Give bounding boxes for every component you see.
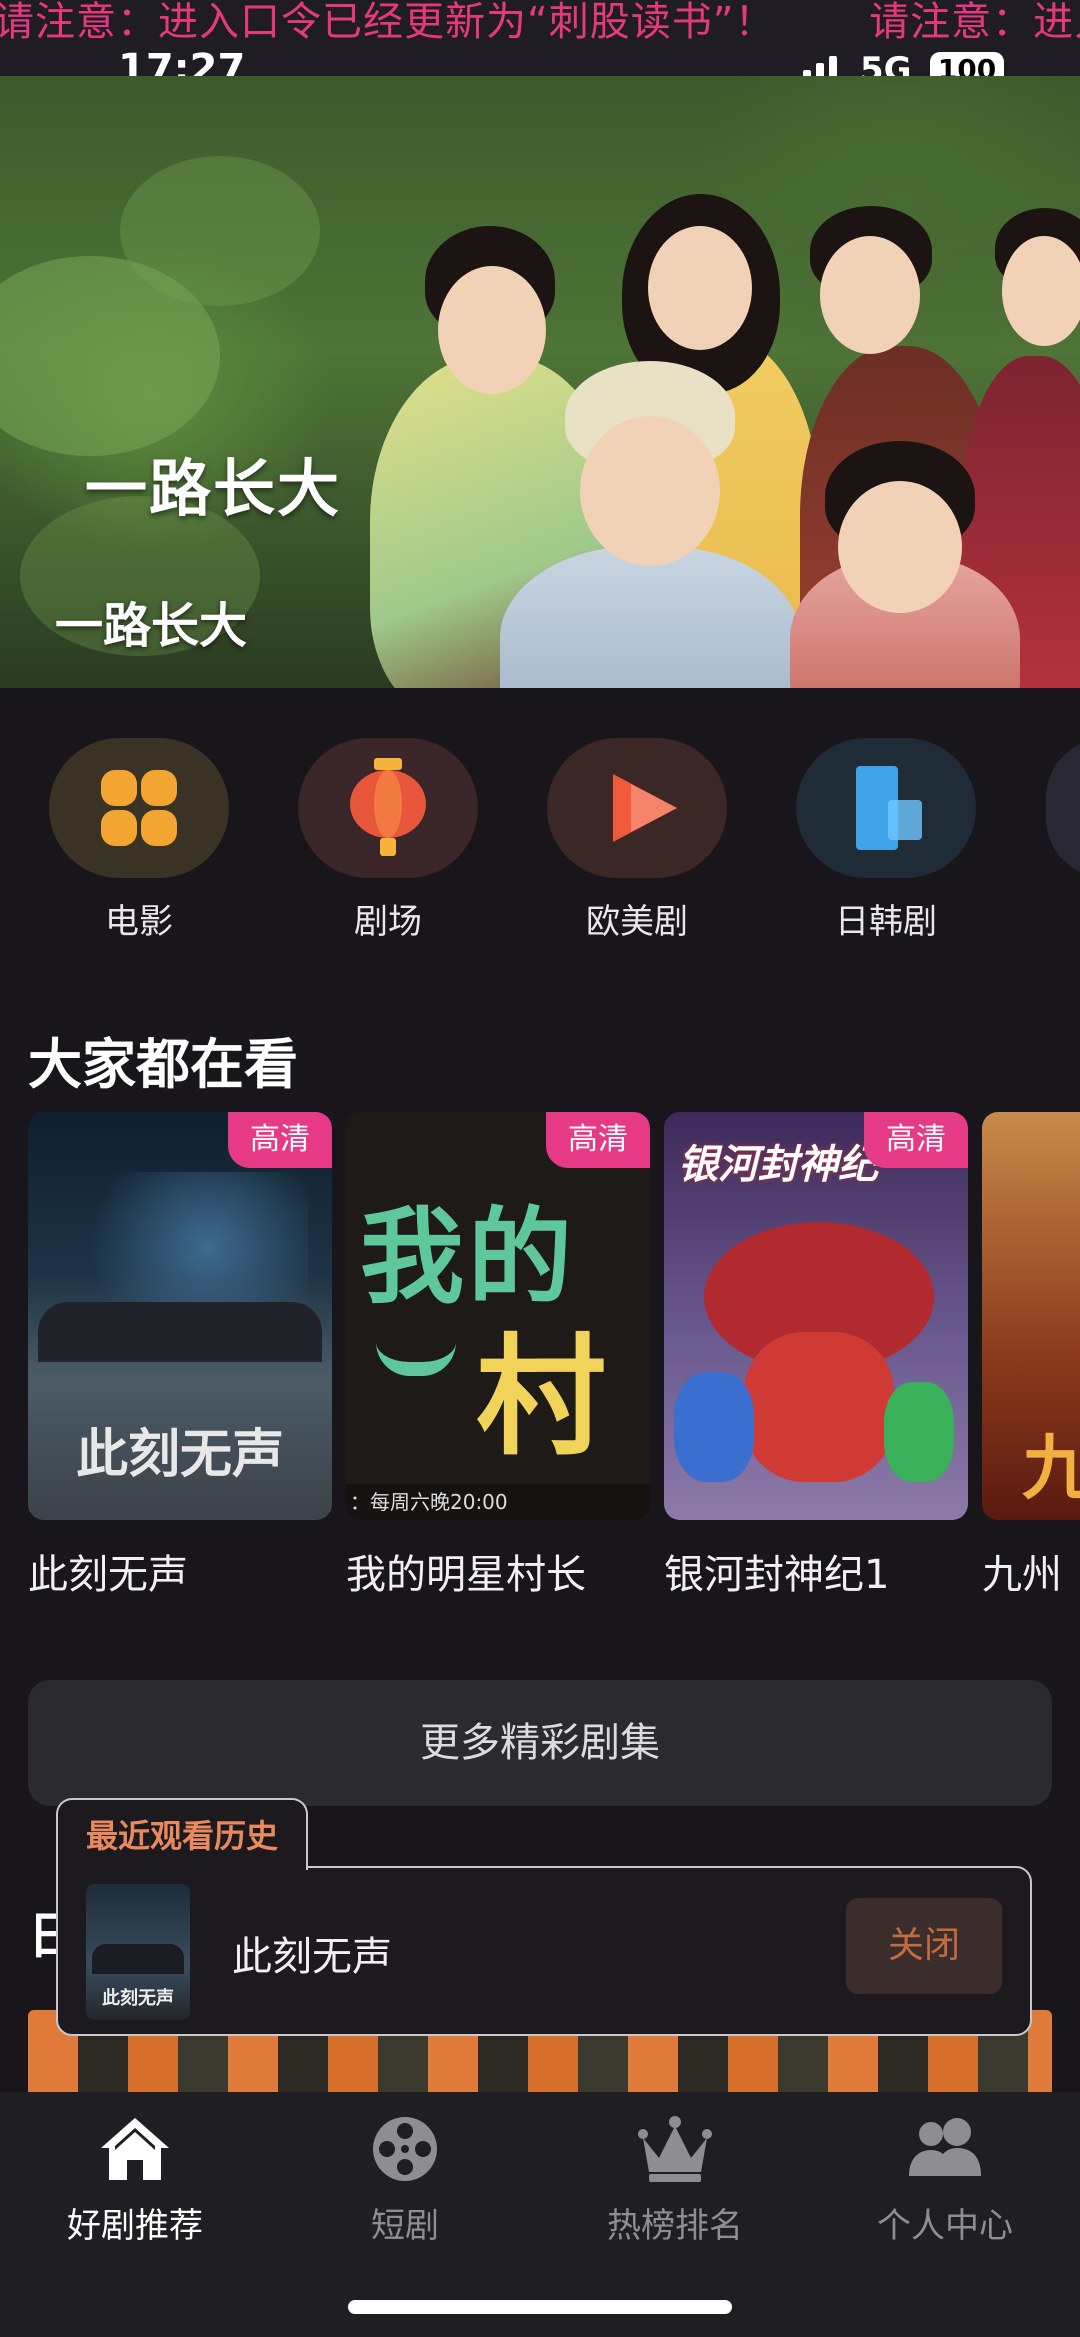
hero-title: 一路长大	[55, 598, 248, 654]
history-thumbnail: 此刻无声	[86, 1884, 190, 2020]
lantern-icon	[298, 738, 478, 878]
drama-title: 银河封神纪1	[664, 1552, 890, 1598]
history-tab: 最近观看历史	[56, 1798, 308, 1870]
hero-logo-text: 一路长大	[85, 452, 342, 525]
poster-title-text: 村	[476, 1321, 607, 1473]
leaf-decoration	[120, 156, 320, 306]
drama-card[interactable]: 我的 村 ：每周六晚20:00 高清 我的明星村长	[346, 1112, 650, 1600]
play-icon	[613, 774, 677, 842]
lantern-shape-icon	[350, 758, 426, 856]
drama-card[interactable]: 九 九州	[982, 1112, 1080, 1600]
hd-badge: 高清	[228, 1112, 332, 1168]
poster-caption: ：每周六晚20:00	[346, 1484, 650, 1520]
drama-poster: 此刻无声 高清	[28, 1112, 332, 1520]
close-button[interactable]: 关闭	[846, 1898, 1002, 1994]
nav-label: 短剧	[371, 2206, 439, 2246]
cast-face	[1002, 236, 1080, 346]
nav-profile[interactable]: 个人中心	[810, 2114, 1080, 2247]
more-dramas-button[interactable]: 更多精彩剧集	[28, 1680, 1052, 1806]
hd-badge: 高清	[864, 1112, 968, 1168]
nav-home[interactable]: 好剧推荐	[0, 2114, 270, 2247]
nav-ranking[interactable]: 热榜排名	[540, 2114, 810, 2247]
movie-flower-icon	[49, 738, 229, 878]
drama-title: 九州	[982, 1552, 1062, 1598]
robot-shape	[744, 1332, 894, 1482]
drama-title: 我的明星村长	[346, 1552, 586, 1598]
cast-face	[438, 266, 546, 394]
thumb-title: 此刻无声	[102, 1988, 174, 2009]
play-triangle-icon	[547, 738, 727, 878]
flower-icon	[101, 770, 177, 846]
poster-title-text: 九	[1022, 1427, 1080, 1509]
drama-poster: 我的 村 ：每周六晚20:00 高清	[346, 1112, 650, 1520]
category-label: 剧场	[354, 902, 422, 942]
cast-face	[820, 236, 920, 354]
drama-card[interactable]: 银河封神纪 高清 银河封神纪1	[664, 1112, 968, 1600]
nav-label: 个人中心	[877, 2206, 1013, 2246]
ticker-message: 请注意：进入口令已经更新为“刺股读书”！	[0, 0, 776, 45]
hero-banner[interactable]: 一路长大 一路长大	[0, 76, 1080, 688]
drama-card-row: 此刻无声 高清 此刻无声 我的 村 ：每周六晚20:00 高清 我的明星村长 银…	[28, 1112, 1080, 1602]
home-indicator[interactable]	[348, 2300, 732, 2314]
poster-title-text: 此刻无声	[75, 1425, 284, 1485]
category-movie[interactable]: 电影	[49, 738, 229, 943]
blue-blocks-icon	[796, 738, 976, 878]
category-western[interactable]: 欧美剧	[547, 738, 727, 943]
drama-card[interactable]: 此刻无声 高清 此刻无声	[28, 1112, 332, 1600]
city-lights	[58, 1172, 308, 1322]
history-popup[interactable]: 此刻无声 此刻无声 关闭	[56, 1866, 1032, 2036]
nav-shorts[interactable]: 短剧	[270, 2114, 540, 2247]
category-row: 电影 剧场 欧美剧 日韩剧	[0, 738, 1080, 948]
drama-poster: 九	[982, 1112, 1080, 1520]
nav-label: 热榜排名	[607, 2206, 743, 2246]
cast-row	[38, 1302, 322, 1362]
category-more-peek[interactable]	[1046, 738, 1080, 878]
crown-icon	[637, 2114, 713, 2184]
home-icon	[97, 2114, 173, 2184]
ticker-text: 请注意：进入口令已经更新为“刺股读书”！ 请注意：进入口令已经更新为“刺股读书”…	[0, 2, 1080, 42]
drama-title: 此刻无声	[28, 1552, 188, 1598]
category-label: 欧美剧	[586, 902, 688, 942]
robot-shape	[674, 1372, 754, 1482]
child-face	[838, 481, 962, 613]
category-label: 电影	[105, 902, 173, 942]
ticker-message: 请注意：进入口令已经更新为“刺股读书”！	[869, 0, 1080, 45]
film-reel-icon	[367, 2114, 443, 2184]
category-jpkr[interactable]: 日韩剧	[796, 738, 976, 943]
blocks-icon	[856, 766, 922, 850]
poster-title-text: 银河封神纪	[678, 1142, 878, 1188]
category-theater[interactable]: 剧场	[298, 738, 478, 943]
users-icon	[907, 2114, 983, 2184]
robot-shape	[884, 1382, 954, 1482]
section-title: 大家都在看	[28, 1033, 298, 1096]
history-item-title: 此刻无声	[232, 1934, 392, 1980]
child-face	[580, 416, 720, 566]
poster-decoration	[376, 1342, 456, 1376]
category-label: 日韩剧	[835, 902, 937, 942]
hd-badge: 高清	[546, 1112, 650, 1168]
thumb-cast	[92, 1944, 184, 1974]
drama-poster: 银河封神纪 高清	[664, 1112, 968, 1520]
nav-label: 好剧推荐	[67, 2206, 203, 2246]
cast-face	[648, 226, 752, 350]
